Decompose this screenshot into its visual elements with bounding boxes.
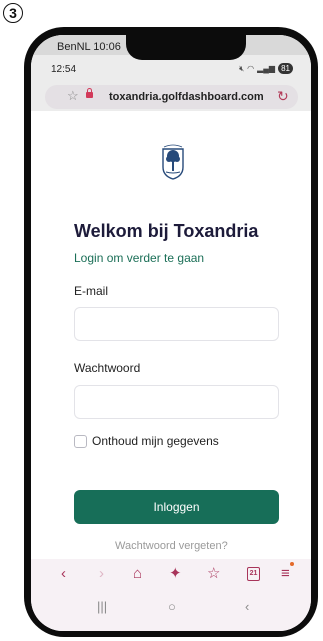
sparkle-icon[interactable]: ✦ [169, 565, 182, 583]
password-field[interactable] [74, 385, 279, 419]
remember-me-label[interactable]: Onthoud mijn gegevens [92, 434, 219, 448]
reload-icon[interactable]: ↻ [277, 88, 289, 105]
hamburger-menu-icon[interactable]: ≡ [281, 565, 290, 583]
favorite-star-icon[interactable]: ☆ [67, 88, 79, 104]
home-icon[interactable]: ⌂ [133, 565, 142, 583]
tabs-counter-icon[interactable]: 21 [247, 567, 260, 581]
battery-icon: 81 [278, 63, 293, 74]
wifi-icon: ◠ [247, 64, 255, 73]
ios-carrier-time: BenNL 10:06 [57, 41, 121, 53]
club-logo [160, 143, 186, 186]
toxandria-crest-icon [162, 144, 184, 180]
bookmark-star-icon[interactable]: ☆ [207, 565, 220, 583]
signal-icon: ▂▄▆ [257, 64, 276, 73]
forgot-password-link[interactable]: Wachtwoord vergeten? [115, 540, 228, 552]
email-field[interactable] [74, 307, 279, 341]
phone-notch [126, 35, 246, 60]
recents-icon[interactable]: ||| [97, 599, 107, 614]
status-icons: 🔇︎ ◠ ▂▄▆ 81 [239, 63, 293, 74]
circle-home-icon[interactable]: ○ [168, 599, 176, 614]
step-number-badge: 3 [3, 3, 23, 23]
phone-screen: BenNL 10:06 12:54 🔇︎ ◠ ▂▄▆ 81 ☆ toxandri… [31, 35, 311, 631]
password-label: Wachtwoord [74, 361, 141, 375]
email-label: E-mail [74, 284, 109, 298]
forward-arrow-icon[interactable]: › [99, 565, 104, 583]
remember-me-checkbox[interactable] [74, 434, 87, 448]
lock-icon[interactable] [86, 88, 93, 98]
back-chevron-icon[interactable]: ‹ [245, 599, 249, 614]
back-arrow-icon[interactable]: ‹ [61, 565, 66, 583]
page-title: Welkom bij Toxandria [74, 221, 259, 241]
android-time: 12:54 [51, 64, 77, 75]
page-subtitle: Login om verder te gaan [74, 251, 205, 265]
url-text[interactable]: toxandria.golfdashboard.com [109, 91, 264, 103]
login-button[interactable]: Inloggen [74, 490, 279, 524]
mute-icon: 🔇︎ [239, 63, 245, 73]
menu-notification-dot [290, 562, 294, 566]
remember-me-row[interactable]: Onthoud mijn gegevens [74, 434, 219, 448]
